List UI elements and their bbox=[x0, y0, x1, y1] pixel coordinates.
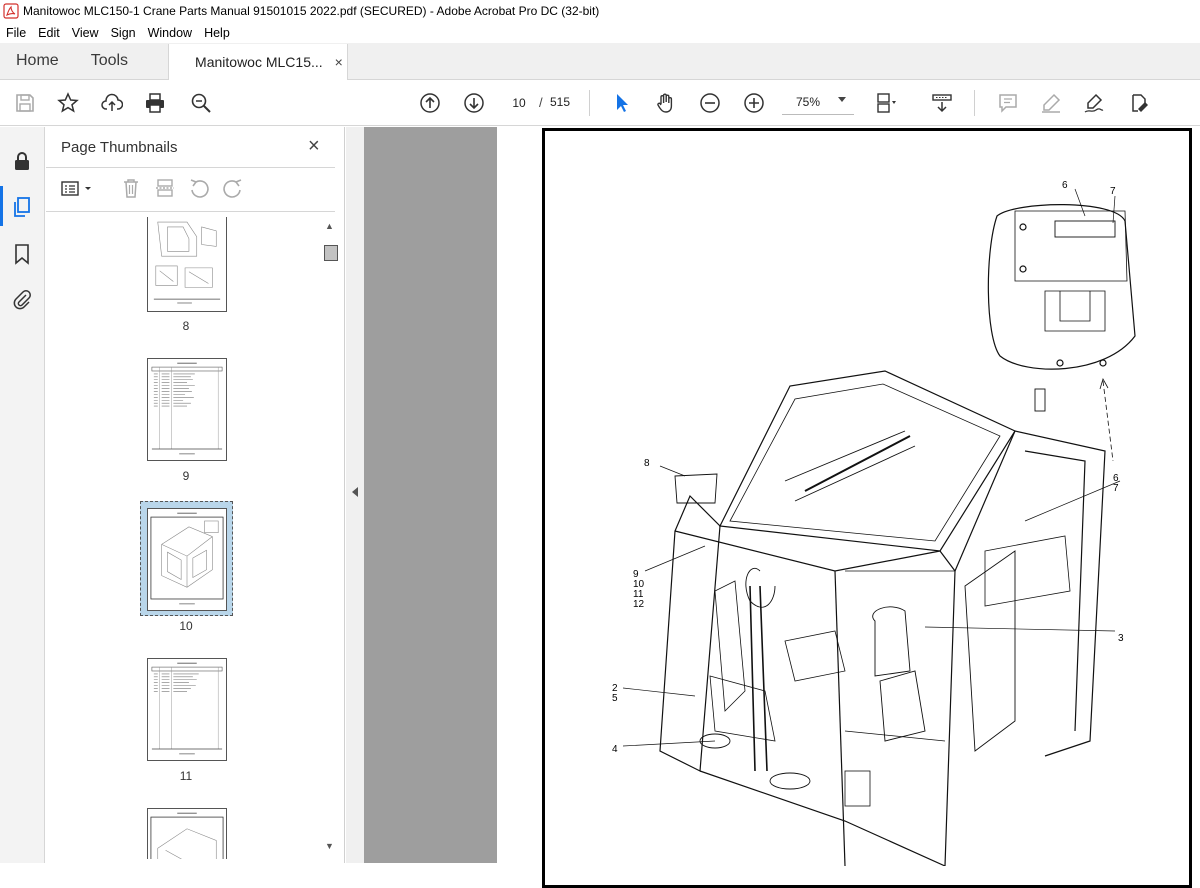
hand-tool-icon[interactable] bbox=[654, 91, 678, 115]
thumbnail-label: 10 bbox=[179, 619, 193, 633]
panel-collapse-handle[interactable] bbox=[346, 127, 364, 863]
comment-icon[interactable] bbox=[996, 91, 1020, 115]
delete-page-icon[interactable] bbox=[120, 177, 144, 201]
tab-bar: Home Tools Manitowoc MLC15... × bbox=[0, 43, 1200, 80]
menu-window[interactable]: Window bbox=[142, 26, 198, 40]
thumbnail-label: 9 bbox=[182, 469, 190, 483]
cab-exploded-drawing: 6 7 8 9 10 11 12 6 7 3 2 5 4 bbox=[612, 180, 1136, 866]
active-rail-indicator bbox=[0, 186, 3, 226]
callout-4: 4 bbox=[612, 744, 618, 755]
thumbnail-drawing bbox=[153, 221, 221, 304]
zoom-out-icon[interactable] bbox=[698, 91, 722, 115]
menu-view[interactable]: View bbox=[66, 26, 105, 40]
thumbnail-options-menu-icon[interactable] bbox=[60, 177, 91, 201]
rotate-counterclockwise-icon[interactable] bbox=[188, 177, 212, 201]
next-page-icon[interactable] bbox=[462, 91, 486, 115]
menu-file[interactable]: File bbox=[0, 26, 32, 40]
window-title: Manitowoc MLC150-1 Crane Parts Manual 91… bbox=[23, 4, 600, 18]
callout-12: 12 bbox=[633, 599, 645, 610]
callout-8: 8 bbox=[644, 458, 650, 469]
callout-7b: 7 bbox=[1113, 483, 1119, 494]
attachment-paperclip-icon[interactable] bbox=[11, 288, 33, 310]
menu-edit[interactable]: Edit bbox=[32, 26, 66, 40]
panel-title: Page Thumbnails bbox=[61, 139, 178, 156]
page-thumbnails-panel: Page Thumbnails × 8 9 10 11 ▲ ▼ bbox=[46, 127, 345, 863]
zoom-dropdown-chevron-icon[interactable] bbox=[838, 97, 846, 102]
scrollbar-thumb[interactable] bbox=[324, 245, 338, 261]
thumbnail-label: 8 bbox=[182, 319, 190, 333]
thumbnail-list: 8 9 10 11 bbox=[46, 217, 321, 859]
lock-icon[interactable] bbox=[11, 150, 33, 172]
acrobat-app-icon bbox=[3, 3, 19, 19]
menu-help[interactable]: Help bbox=[198, 26, 236, 40]
collapse-arrow-icon bbox=[352, 487, 358, 497]
tab-home[interactable]: Home bbox=[0, 43, 75, 79]
toolbar-divider bbox=[589, 90, 590, 116]
highlight-icon[interactable] bbox=[1039, 91, 1063, 115]
page-number-input[interactable]: 10 bbox=[504, 89, 534, 115]
tab-document-label: Manitowoc MLC15... bbox=[195, 54, 323, 70]
tab-tools[interactable]: Tools bbox=[75, 43, 144, 79]
thumbnail-drawing bbox=[151, 662, 223, 755]
callout-7: 7 bbox=[1110, 186, 1116, 197]
divider bbox=[46, 211, 335, 212]
select-cursor-icon[interactable] bbox=[610, 91, 634, 115]
thumbnail-label: 11 bbox=[179, 769, 193, 783]
page-fit-icon[interactable] bbox=[874, 91, 898, 115]
print-icon[interactable] bbox=[143, 91, 167, 115]
page-total: 515 bbox=[550, 95, 571, 109]
cloud-upload-icon[interactable] bbox=[100, 91, 124, 115]
title-bar: Manitowoc MLC150-1 Crane Parts Manual 91… bbox=[0, 0, 1200, 22]
save-icon[interactable] bbox=[13, 91, 37, 115]
thumbnail-page-8[interactable] bbox=[147, 217, 227, 312]
left-navigation-rail bbox=[0, 127, 45, 863]
thumbnail-page-10[interactable] bbox=[147, 508, 227, 611]
zoom-search-icon[interactable] bbox=[189, 91, 213, 115]
extract-pages-icon[interactable] bbox=[154, 177, 178, 201]
star-icon[interactable] bbox=[56, 91, 80, 115]
thumbnail-page-11[interactable] bbox=[147, 658, 227, 761]
redact-tool-icon[interactable] bbox=[1127, 91, 1151, 115]
thumbnail-drawing bbox=[150, 512, 224, 605]
scroll-mode-icon[interactable] bbox=[930, 91, 954, 115]
panel-close-button[interactable]: × bbox=[308, 135, 320, 158]
toolbar bbox=[0, 80, 1200, 126]
divider bbox=[46, 167, 335, 168]
callout-5: 5 bbox=[612, 693, 618, 704]
sign-pen-icon[interactable] bbox=[1082, 91, 1106, 115]
page-separator: / bbox=[539, 95, 543, 110]
tab-close-button[interactable]: × bbox=[335, 54, 343, 70]
scroll-up-arrow-icon[interactable]: ▲ bbox=[325, 221, 334, 231]
thumbnail-page-9[interactable] bbox=[147, 358, 227, 461]
menu-bar: File Edit View Sign Window Help bbox=[0, 22, 1200, 43]
rotate-clockwise-icon[interactable] bbox=[222, 177, 246, 201]
thumbnail-page-12[interactable] bbox=[147, 808, 227, 859]
toolbar-divider-2 bbox=[974, 90, 975, 116]
scroll-down-arrow-icon[interactable]: ▼ bbox=[325, 841, 334, 851]
bookmark-icon[interactable] bbox=[11, 243, 33, 265]
previous-page-icon[interactable] bbox=[418, 91, 442, 115]
callout-3: 3 bbox=[1118, 633, 1124, 644]
thumbnail-drawing bbox=[151, 362, 223, 455]
document-gutter bbox=[364, 127, 497, 863]
page-thumbnails-icon[interactable] bbox=[11, 196, 33, 218]
callout-6: 6 bbox=[1062, 180, 1068, 191]
thumbnail-scrollbar[interactable]: ▲ ▼ bbox=[322, 219, 338, 859]
tab-document[interactable]: Manitowoc MLC15... × bbox=[168, 44, 349, 80]
thumbnail-drawing bbox=[150, 812, 224, 859]
zoom-in-icon[interactable] bbox=[742, 91, 766, 115]
menu-sign[interactable]: Sign bbox=[105, 26, 142, 40]
zoom-level-select[interactable]: 75% bbox=[782, 89, 854, 115]
pdf-page: 6 7 8 9 10 11 12 6 7 3 2 5 4 bbox=[542, 128, 1192, 888]
